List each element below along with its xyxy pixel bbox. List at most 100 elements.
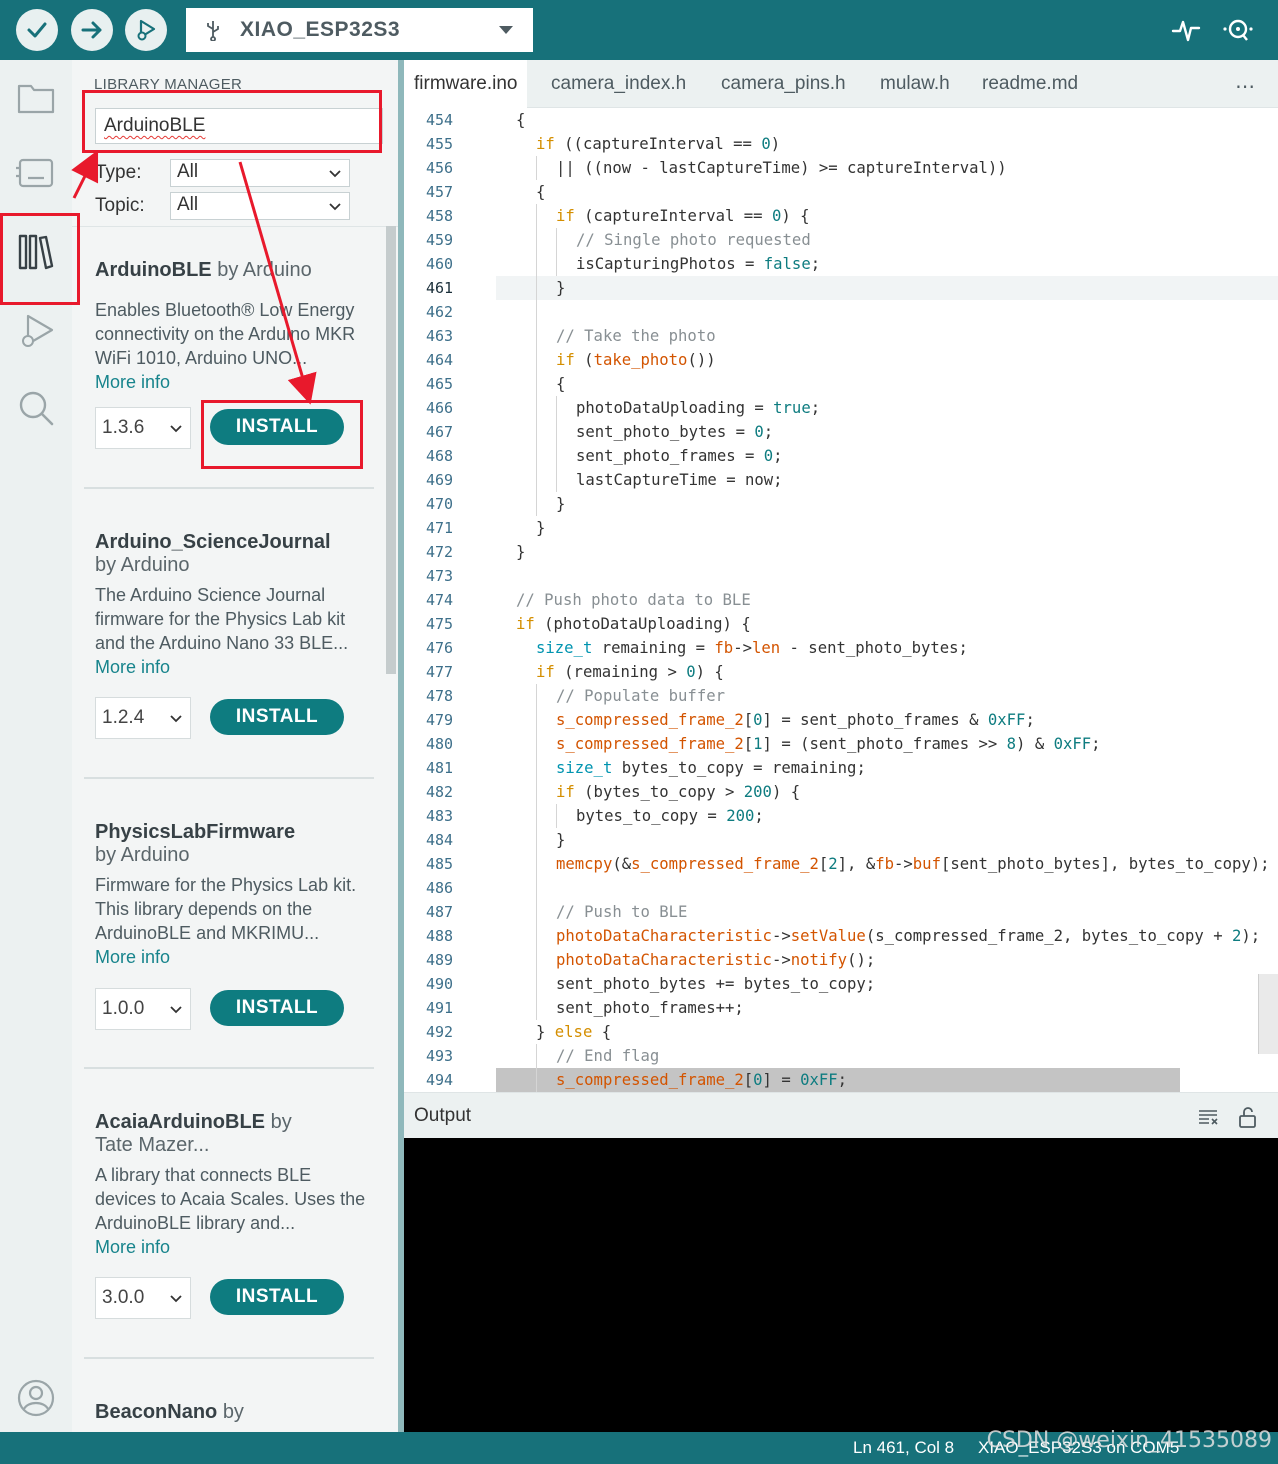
line-number: 486	[426, 879, 454, 897]
more-info-link[interactable]: More info	[95, 945, 375, 969]
code-line: memcpy(&s_compressed_frame_2[2], &fb->bu…	[556, 855, 1270, 873]
version-value: 1.3.6	[102, 417, 145, 438]
line-number: 480	[426, 735, 454, 753]
code-line: if (photoDataUploading) {	[516, 615, 751, 633]
indent-guide	[556, 228, 557, 276]
line-number-gutter: 454 455 456 457 458 459 460 461 462 463 464 465 466 4…	[404, 108, 496, 1092]
version-select[interactable]: 1.0.0	[95, 988, 191, 1030]
unlock-icon[interactable]	[1236, 1105, 1260, 1129]
code-line: }	[556, 279, 566, 297]
topic-value: All	[177, 194, 199, 215]
panel-scrollbar[interactable]	[386, 226, 396, 674]
search-icon[interactable]	[14, 386, 58, 430]
line-number: 490	[426, 975, 454, 993]
line-number: 471	[426, 519, 454, 537]
line-number: 464	[426, 351, 454, 369]
list-item: PhysicsLabFirmware by Arduino Firmware f…	[95, 821, 375, 1030]
line-number: 489	[426, 951, 454, 969]
version-select[interactable]: 1.2.4	[95, 697, 191, 739]
line-number: 479	[426, 711, 454, 729]
version-select[interactable]: 1.3.6	[95, 407, 191, 449]
tab-camera-pins-h[interactable]: camera_pins.h	[711, 60, 856, 108]
debug-icon[interactable]	[14, 310, 58, 354]
line-number: 487	[426, 903, 454, 921]
tab-camera-index-h[interactable]: camera_index.h	[541, 60, 696, 108]
code-editor[interactable]: 454 455 456 457 458 459 460 461 462 463 464 465 466 4…	[404, 108, 1278, 1092]
version-value: 1.2.4	[102, 707, 145, 728]
library-name: Arduino_ScienceJournal	[95, 531, 331, 553]
install-button[interactable]: INSTALL	[210, 699, 344, 735]
code-line: // Single photo requested	[576, 231, 811, 249]
editor-scrollbar[interactable]	[1258, 974, 1278, 1054]
code-line: if (captureInterval == 0) {	[556, 207, 810, 225]
code-line: sent_photo_frames = 0;	[576, 447, 783, 465]
code-line: size_t bytes_to_copy = remaining;	[556, 759, 866, 777]
line-number: 468	[426, 447, 454, 465]
annotation-search-box	[82, 90, 382, 153]
code-area[interactable]: {if ((captureInterval == 0) || ((now - la…	[496, 108, 1278, 1092]
install-button[interactable]: INSTALL	[210, 990, 344, 1026]
verify-button[interactable]	[16, 9, 58, 51]
version-select[interactable]: 3.0.0	[95, 1277, 191, 1319]
line-number: 478	[426, 687, 454, 705]
code-line: lastCaptureTime = now;	[576, 471, 783, 489]
line-number: 467	[426, 423, 454, 441]
more-info-link[interactable]: More info	[95, 370, 375, 394]
divider	[84, 1357, 374, 1359]
indent-guide	[536, 684, 537, 1020]
line-number: 454	[426, 111, 454, 129]
more-tabs-icon[interactable]: ⋯	[1235, 74, 1256, 99]
library-name: BeaconNano	[95, 1401, 218, 1423]
code-line: // Push photo data to BLE	[516, 591, 751, 609]
serial-plotter-button[interactable]	[1170, 14, 1202, 46]
code-line: {	[516, 111, 526, 129]
line-number: 465	[426, 375, 454, 393]
output-console[interactable]	[404, 1138, 1278, 1432]
line-number: 493	[426, 1047, 454, 1065]
folder-icon[interactable]	[14, 76, 58, 120]
usb-icon	[207, 21, 219, 41]
code-line: }	[556, 495, 566, 513]
account-icon[interactable]	[14, 1376, 58, 1420]
upload-button[interactable]	[71, 9, 113, 51]
board-manager-icon[interactable]	[14, 152, 58, 196]
output-header: Output	[404, 1092, 1278, 1138]
chevron-down-icon	[170, 715, 182, 723]
tab-mulaw-h[interactable]: mulaw.h	[870, 60, 960, 108]
chevron-down-icon	[170, 1295, 182, 1303]
line-number: 461	[426, 279, 454, 297]
tab-firmware-ino[interactable]: firmware.ino	[404, 60, 528, 108]
library-author: by Arduino	[217, 259, 312, 281]
code-line: size_t remaining = fb->len - sent_photo_…	[536, 639, 968, 657]
install-button[interactable]: INSTALL	[210, 1279, 344, 1315]
code-line: }	[536, 519, 546, 537]
library-description: A library that connects BLE devices to A…	[95, 1165, 366, 1233]
topic-select[interactable]: All	[170, 192, 350, 220]
debug-icon	[137, 19, 156, 41]
debug-button[interactable]	[125, 9, 167, 51]
library-author: by Arduino	[95, 554, 190, 576]
library-description: Firmware for the Physics Lab kit. This l…	[95, 875, 357, 943]
divider	[84, 777, 374, 779]
type-select[interactable]: All	[170, 159, 350, 187]
output-title: Output	[414, 1105, 472, 1126]
more-info-link[interactable]: More info	[95, 1235, 375, 1259]
line-number: 457	[426, 183, 454, 201]
line-number: 485	[426, 855, 454, 873]
serial-monitor-button[interactable]	[1222, 14, 1254, 46]
tab-readme-md[interactable]: readme.md	[972, 60, 1088, 108]
library-author-name: Tate Mazer...	[95, 1134, 210, 1156]
code-line: sent_photo_bytes += bytes_to_copy;	[556, 975, 876, 993]
board-selector[interactable]: XIAO_ESP32S3	[186, 8, 533, 52]
code-line: if ((captureInterval == 0)	[536, 135, 781, 153]
divider	[84, 487, 374, 489]
type-value: All	[177, 161, 199, 182]
code-line: // Push to BLE	[556, 903, 688, 921]
line-number: 462	[426, 303, 454, 321]
clear-lines-icon[interactable]	[1196, 1105, 1220, 1129]
chevron-down-icon	[329, 170, 341, 178]
line-number: 458	[426, 207, 454, 225]
more-info-link[interactable]: More info	[95, 655, 375, 679]
line-number: 482	[426, 783, 454, 801]
line-number: 456	[426, 159, 454, 177]
